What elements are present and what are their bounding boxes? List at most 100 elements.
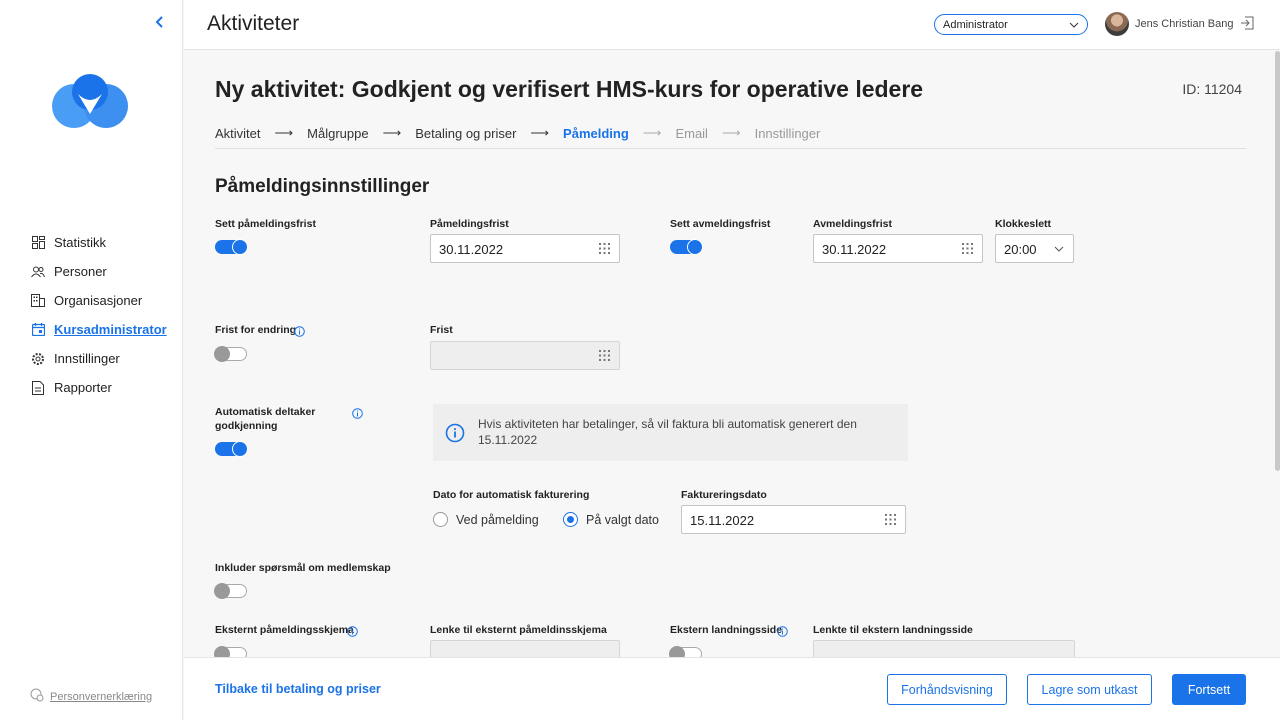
arrow-right-icon: ⟶ — [274, 125, 294, 140]
save-draft-button[interactable]: Lagre som utkast — [1027, 674, 1152, 705]
external-form-link-input — [430, 640, 620, 657]
deadline-value: 30.11.2022 — [439, 242, 504, 257]
sidebar-item-label: Organisasjoner — [54, 293, 143, 308]
cancel-deadline-input[interactable]: 30.11.2022 — [813, 234, 983, 263]
calendar-icon[interactable] — [598, 242, 611, 255]
sidebar-item-label: Personer — [54, 264, 107, 279]
main-content: Ny aktivitet: Godkjent og verifisert HMS… — [184, 51, 1277, 657]
invoice-date-value: 15.11.2022 — [690, 513, 755, 528]
back-link[interactable]: Tilbake til betaling og priser — [215, 682, 381, 696]
sidebar-item-label: Innstillinger — [54, 351, 120, 366]
report-icon — [30, 380, 46, 396]
top-bar: Aktiviteter Administrator Jens Christian… — [184, 0, 1280, 50]
cancel-deadline-value: 30.11.2022 — [822, 242, 887, 257]
sidebar-item-personer[interactable]: Personer — [30, 257, 180, 286]
auto-invoice-date-label: Dato for automatisk fakturering — [433, 489, 590, 501]
radio-dot — [563, 512, 578, 527]
sidebar: Statistikk Personer Organisasjoner Kursa… — [0, 0, 183, 720]
info-icon[interactable] — [777, 624, 788, 637]
page-title: Ny aktivitet: Godkjent og verifisert HMS… — [215, 76, 924, 102]
arrow-right-icon: ⟶ — [530, 125, 550, 140]
sidebar-item-innstillinger[interactable]: Innstillinger — [30, 344, 180, 373]
section-title: Påmeldingsinnstillinger — [215, 176, 430, 197]
membership-toggle[interactable] — [214, 583, 247, 599]
info-text: Hvis aktiviteten har betalinger, så vil … — [478, 417, 857, 447]
set-cancel-label: Sett avmeldingsfrist — [670, 218, 771, 230]
set-deadline-label: Sett påmeldingsfrist — [215, 218, 316, 230]
sidebar-item-statistikk[interactable]: Statistikk — [30, 228, 180, 257]
step-email: Email — [675, 125, 708, 141]
step-innstillinger: Innstillinger — [754, 125, 821, 141]
info-icon[interactable] — [352, 406, 363, 419]
app-title: Aktiviteter — [207, 12, 300, 35]
sidebar-item-rapporter[interactable]: Rapporter — [30, 373, 180, 402]
step-aktivitet[interactable]: Aktivitet — [215, 126, 261, 141]
shield-check-icon — [30, 688, 44, 705]
auto-approval-toggle[interactable] — [215, 441, 248, 457]
chevron-down-icon — [1069, 19, 1079, 31]
info-icon[interactable] — [294, 324, 305, 337]
divider — [215, 148, 1246, 149]
sidebar-item-label: Rapporter — [54, 380, 112, 395]
change-deadline-toggle[interactable] — [214, 346, 247, 362]
external-form-label: Eksternt påmeldingsskjema — [215, 624, 354, 636]
dashboard-icon — [30, 235, 46, 251]
time-label: Klokkeslett — [995, 218, 1052, 230]
footer: Tilbake til betaling og priser Forhåndsv… — [184, 657, 1280, 720]
avatar[interactable] — [1105, 12, 1129, 36]
gear-icon — [30, 351, 46, 367]
step-malgruppe[interactable]: Målgruppe — [307, 126, 368, 141]
privacy-label: Personvernerklæring — [50, 690, 153, 703]
continue-button[interactable]: Fortsett — [1172, 674, 1246, 705]
info-icon[interactable] — [347, 624, 358, 637]
activity-id: ID: 11204 — [1182, 81, 1242, 97]
privacy-link[interactable]: Personvernerklæring — [30, 688, 152, 705]
building-icon — [30, 293, 46, 309]
role-select[interactable]: Administrator — [934, 14, 1088, 35]
invoice-date-label: Faktureringsdato — [681, 489, 767, 501]
frist-input — [430, 341, 620, 370]
radio-chosen-date[interactable]: På valgt dato — [563, 512, 659, 527]
arrow-right-icon: ⟶ — [382, 125, 402, 140]
deadline-label: Påmeldingsfrist — [430, 218, 509, 230]
calendar-icon — [30, 322, 46, 338]
invoice-date-input[interactable]: 15.11.2022 — [681, 505, 906, 534]
people-icon — [30, 264, 46, 280]
app-logo — [50, 70, 132, 134]
external-landing-link-input — [813, 640, 1075, 657]
time-select[interactable]: 20:00 — [995, 234, 1074, 263]
sidebar-item-label: Kursadministrator — [54, 322, 167, 337]
radio-chosen-date-label: På valgt dato — [586, 512, 659, 527]
radio-on-signup[interactable]: Ved påmelding — [433, 512, 539, 527]
logout-icon[interactable] — [1240, 16, 1256, 32]
scrollbar[interactable] — [1275, 51, 1280, 471]
set-deadline-toggle[interactable] — [215, 239, 248, 255]
external-landing-link-label: Lenkte til ekstern landningsside — [813, 624, 973, 636]
sidebar-item-organisasjoner[interactable]: Organisasjoner — [30, 286, 180, 315]
arrow-right-icon: ⟶ — [721, 125, 741, 140]
calendar-icon — [598, 349, 611, 362]
step-pamelding[interactable]: Påmelding — [563, 126, 629, 141]
sidebar-item-label: Statistikk — [54, 235, 107, 250]
info-box: Hvis aktiviteten har betalinger, så vil … — [433, 404, 908, 461]
radio-on-signup-label: Ved påmelding — [456, 512, 539, 527]
auto-approval-label: Automatisk deltaker godkjenning — [215, 406, 316, 432]
external-landing-toggle[interactable] — [669, 646, 702, 657]
external-form-toggle[interactable] — [214, 646, 247, 657]
chevron-down-icon — [1053, 243, 1065, 255]
change-deadline-label: Frist for endring — [215, 324, 297, 336]
calendar-icon[interactable] — [884, 513, 897, 526]
set-cancel-toggle[interactable] — [670, 239, 703, 255]
role-select-value: Administrator — [943, 18, 1008, 31]
sidebar-item-kursadministrator[interactable]: Kursadministrator — [30, 315, 180, 344]
calendar-icon[interactable] — [961, 242, 974, 255]
sidebar-nav: Statistikk Personer Organisasjoner Kursa… — [30, 228, 180, 402]
time-value: 20:00 — [1004, 242, 1037, 257]
info-circle-icon — [445, 423, 465, 443]
preview-button[interactable]: Forhåndsvisning — [887, 674, 1007, 705]
step-betaling[interactable]: Betaling og priser — [415, 126, 516, 141]
chevron-left-icon[interactable] — [150, 12, 170, 32]
stepper: Aktivitet ⟶ Målgruppe ⟶ Betaling og pris… — [215, 125, 820, 141]
user-name: Jens Christian Bang — [1135, 18, 1234, 30]
deadline-input[interactable]: 30.11.2022 — [430, 234, 620, 263]
